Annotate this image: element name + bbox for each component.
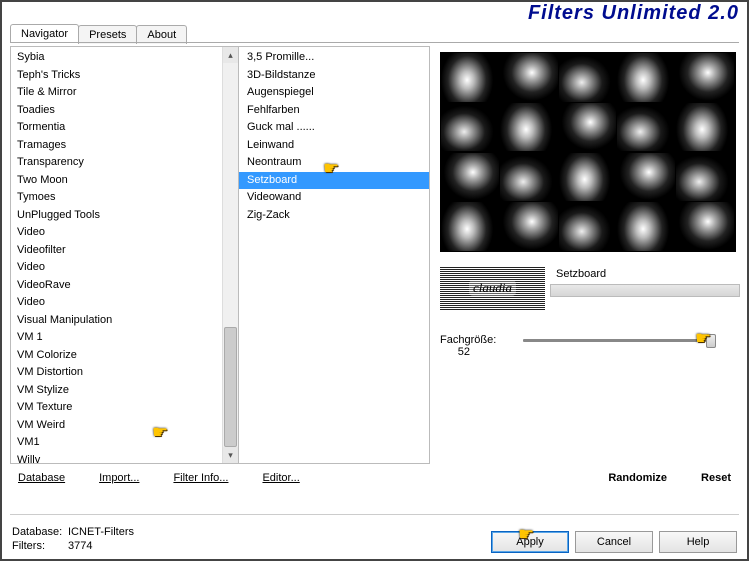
- list-item[interactable]: UnPlugged Tools: [11, 207, 222, 225]
- preview-cell: [559, 103, 617, 152]
- list-item[interactable]: Tymoes: [11, 189, 222, 207]
- footer: Database:ICNET-Filters Filters:3774 Appl…: [12, 525, 737, 553]
- list-item[interactable]: Videofilter: [11, 242, 222, 260]
- watermark-box: claudia: [440, 266, 545, 310]
- category-scrollbar[interactable]: ▴ ▾: [222, 47, 238, 463]
- list-item[interactable]: VM1: [11, 434, 222, 452]
- list-item[interactable]: Tormentia: [11, 119, 222, 137]
- footer-info: Database:ICNET-Filters Filters:3774: [12, 525, 134, 553]
- list-item[interactable]: Visual Manipulation: [11, 312, 222, 330]
- list-item[interactable]: Fehlfarben: [239, 102, 429, 120]
- list-item[interactable]: Two Moon: [11, 172, 222, 190]
- list-item[interactable]: Leinwand: [239, 137, 429, 155]
- selected-filter-name: Setzboard: [550, 266, 739, 282]
- preview-cell: [441, 53, 499, 102]
- list-item[interactable]: Teph's Tricks: [11, 67, 222, 85]
- preview-cell: [676, 53, 734, 102]
- list-item[interactable]: Tile & Mirror: [11, 84, 222, 102]
- filter-name-box: Setzboard: [550, 266, 739, 310]
- preview-cell: [676, 202, 734, 251]
- scroll-thumb[interactable]: [224, 327, 237, 447]
- help-button[interactable]: Help: [659, 531, 737, 553]
- preview-cell: [676, 153, 734, 202]
- list-item[interactable]: Transparency: [11, 154, 222, 172]
- filter-progress-bar: [550, 284, 740, 297]
- slider-area: Fachgröße: 52: [440, 334, 739, 358]
- list-item[interactable]: Augenspiegel: [239, 84, 429, 102]
- footer-buttons: Apply Cancel Help: [491, 531, 737, 553]
- list-item[interactable]: Toadies: [11, 102, 222, 120]
- preview-cell: [441, 153, 499, 202]
- tab-border: [10, 42, 739, 43]
- preview-grid: [440, 52, 736, 252]
- preview-cell: [676, 103, 734, 152]
- list-item[interactable]: VM 1: [11, 329, 222, 347]
- list-item[interactable]: Video: [11, 224, 222, 242]
- cancel-button[interactable]: Cancel: [575, 531, 653, 553]
- list-item[interactable]: Willy: [11, 452, 222, 465]
- list-item[interactable]: VM Colorize: [11, 347, 222, 365]
- editor-link[interactable]: Editor...: [260, 468, 301, 488]
- preview-cell: [500, 53, 558, 102]
- list-item[interactable]: VM Texture: [11, 399, 222, 417]
- preview-cell: [500, 153, 558, 202]
- list-item[interactable]: 3D-Bildstanze: [239, 67, 429, 85]
- reset-link[interactable]: Reset: [699, 468, 733, 488]
- randomize-link[interactable]: Randomize: [606, 468, 669, 488]
- preview-cell: [559, 153, 617, 202]
- preview-cell: [617, 153, 675, 202]
- list-item[interactable]: Neontraum: [239, 154, 429, 172]
- toolbar-row: Database Import... Filter Info... Editor…: [16, 468, 733, 488]
- filter-list[interactable]: 3,5 Promille...3D-BildstanzeAugenspiegel…: [238, 46, 430, 464]
- list-item[interactable]: VM Weird: [11, 417, 222, 435]
- list-item[interactable]: Video: [11, 294, 222, 312]
- list-item[interactable]: VideoRave: [11, 277, 222, 295]
- list-item[interactable]: 3,5 Promille...: [239, 49, 429, 67]
- list-item[interactable]: Sybia: [11, 49, 222, 67]
- list-item[interactable]: Setzboard: [239, 172, 429, 190]
- preview-cell: [441, 202, 499, 251]
- apply-button[interactable]: Apply: [491, 531, 569, 553]
- list-item[interactable]: Guck mal ......: [239, 119, 429, 137]
- filters-label: Filters:: [12, 539, 68, 553]
- scroll-up-icon[interactable]: ▴: [223, 47, 238, 63]
- slider-value: 52: [446, 346, 470, 358]
- filter-info-link[interactable]: Filter Info...: [171, 468, 230, 488]
- preview-cell: [559, 53, 617, 102]
- preview-cell: [441, 103, 499, 152]
- import-link[interactable]: Import...: [97, 468, 141, 488]
- list-item[interactable]: Videowand: [239, 189, 429, 207]
- preview-cell: [617, 202, 675, 251]
- app-title: Filters Unlimited 2.0: [528, 2, 739, 25]
- database-link[interactable]: Database: [16, 468, 67, 488]
- tab-strip: Navigator Presets About: [10, 24, 186, 43]
- preview-area: [440, 52, 739, 252]
- preview-cell: [500, 103, 558, 152]
- category-list[interactable]: SybiaTeph's TricksTile & MirrorToadiesTo…: [10, 46, 238, 464]
- preview-cell: [559, 202, 617, 251]
- db-label: Database:: [12, 525, 68, 539]
- slider-track[interactable]: [523, 339, 711, 342]
- list-item[interactable]: Tramages: [11, 137, 222, 155]
- db-value: ICNET-Filters: [68, 526, 134, 538]
- preview-cell: [617, 53, 675, 102]
- footer-divider: [10, 514, 739, 515]
- watermark-text: claudia: [469, 280, 516, 296]
- list-item[interactable]: Zig-Zack: [239, 207, 429, 225]
- content-area: SybiaTeph's TricksTile & MirrorToadiesTo…: [10, 46, 739, 511]
- slider-label: Fachgröße:: [440, 334, 520, 346]
- list-item[interactable]: VM Stylize: [11, 382, 222, 400]
- preview-cell: [617, 103, 675, 152]
- preview-cell: [500, 202, 558, 251]
- tab-navigator[interactable]: Navigator: [10, 24, 79, 43]
- slider-thumb[interactable]: [706, 334, 716, 348]
- filters-value: 3774: [68, 540, 92, 552]
- app-window: Filters Unlimited 2.0 Navigator Presets …: [0, 0, 749, 561]
- list-item[interactable]: Video: [11, 259, 222, 277]
- list-item[interactable]: VM Distortion: [11, 364, 222, 382]
- scroll-down-icon[interactable]: ▾: [223, 447, 238, 463]
